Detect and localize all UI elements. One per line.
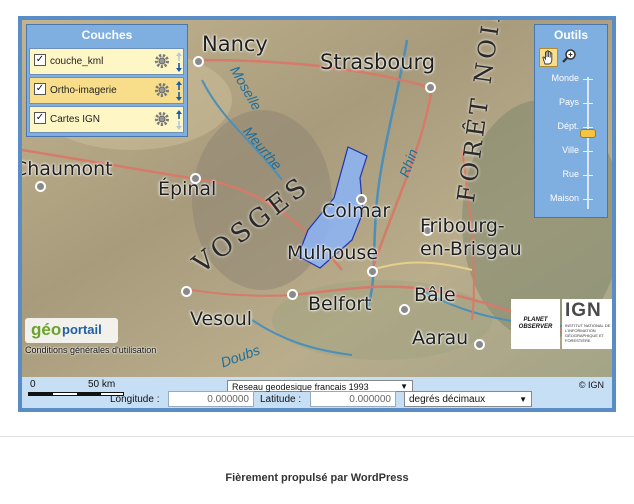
city-marker-chaumont	[35, 181, 46, 192]
zoom-box-tool-button[interactable]	[561, 48, 580, 67]
layer-label: couche_kml	[50, 56, 104, 67]
reorder-arrows-icon[interactable]	[175, 109, 183, 131]
zoom-tick	[583, 127, 593, 128]
city-label-fribourg-1: Fribourg-	[420, 215, 505, 237]
city-label-aarau: Aarau	[412, 327, 469, 349]
city-label-bale: Bâle	[414, 284, 456, 306]
coordinate-unit-select[interactable]: degrés décimaux ▼	[404, 391, 532, 407]
city-label-vesoul: Vesoul	[190, 308, 253, 330]
ign-logo-text: IGN	[565, 300, 602, 321]
layer-label: Cartes IGN	[50, 114, 101, 125]
latitude-label: Latitude :	[260, 394, 302, 405]
planet-observer-text: PLANET OBSERVER	[518, 317, 553, 330]
zoom-tick	[583, 79, 593, 80]
planet-observer-logo: PLANET OBSERVER	[511, 299, 560, 349]
scale-start-label: 0	[30, 379, 36, 390]
layer-item-cartes-ign[interactable]: ✓ Cartes IGN	[29, 106, 184, 133]
pan-tool-button[interactable]	[539, 48, 558, 67]
chevron-down-icon: ▼	[519, 395, 527, 404]
layer-checkbox[interactable]: ✓	[34, 112, 46, 124]
coordinate-unit-value: degrés décimaux	[409, 394, 486, 405]
zoom-tick	[583, 151, 593, 152]
gear-icon[interactable]	[154, 82, 170, 98]
geoportail-logo[interactable]: géo portail	[25, 318, 118, 343]
longitude-label: Longitude :	[110, 394, 160, 405]
zoom-level-rue[interactable]: Rue	[562, 169, 579, 179]
layer-item-ortho-imagerie[interactable]: ✓ Ortho-imagerie	[29, 77, 184, 104]
latitude-field[interactable]: 0.000000	[310, 391, 396, 407]
ign-logo-subtitle: INSTITUT NATIONAL DE L'INFORMATION GÉOGR…	[565, 323, 611, 343]
zoom-level-monde[interactable]: Monde	[551, 73, 579, 83]
zoom-tick	[583, 103, 593, 104]
tools-panel: Outils Monde Pays Dépt. Ville Rue Maison	[534, 24, 608, 218]
city-label-mulhouse: Mulhouse	[287, 242, 379, 264]
copyright-text: © IGN	[578, 380, 604, 390]
city-marker-belfort	[287, 289, 298, 300]
geoportail-logo-prefix: géo	[31, 320, 62, 339]
footer-credit[interactable]: Fièrement propulsé par WordPress	[0, 472, 634, 484]
ign-logo: IGN INSTITUT NATIONAL DE L'INFORMATION G…	[562, 299, 612, 349]
hand-icon	[542, 50, 553, 65]
gear-icon[interactable]	[154, 111, 170, 127]
layer-label: Ortho-imagerie	[50, 85, 117, 96]
gear-icon[interactable]	[154, 53, 170, 69]
city-label-epinal: Épinal	[158, 178, 217, 200]
city-marker-vesoul	[181, 286, 192, 297]
zoom-level-pays[interactable]: Pays	[559, 97, 579, 107]
reorder-arrows-icon[interactable]	[175, 51, 183, 73]
layer-checkbox[interactable]: ✓	[34, 54, 46, 66]
conditions-link[interactable]: Conditions générales d'utilisation	[25, 345, 156, 355]
magnifier-icon	[562, 49, 576, 63]
city-marker-nancy	[193, 56, 204, 67]
city-marker-mulhouse	[367, 266, 378, 277]
zoom-slider-track[interactable]	[587, 77, 589, 209]
city-marker-aarau	[474, 339, 485, 350]
reorder-arrows-icon[interactable]	[175, 80, 183, 102]
zoom-tick	[583, 175, 593, 176]
scale-end-label: 50 km	[88, 379, 116, 390]
longitude-field[interactable]: 0.000000	[168, 391, 254, 407]
layer-item-couche-kml[interactable]: ✓ couche_kml	[29, 48, 184, 75]
geoportail-logo-text: portail	[62, 322, 102, 337]
city-label-strasbourg: Strasbourg	[320, 50, 436, 74]
layers-panel-title: Couches	[81, 28, 133, 42]
city-label-fribourg-2: en-Brisgau	[420, 238, 522, 260]
zoom-level-maison[interactable]: Maison	[550, 193, 579, 203]
map-viewer: Nancy Strasbourg Épinal Colmar Fribourg-…	[18, 16, 616, 412]
zoom-level-dept[interactable]: Dépt.	[557, 121, 579, 131]
zoom-tick	[583, 199, 593, 200]
map-canvas[interactable]: Nancy Strasbourg Épinal Colmar Fribourg-…	[22, 20, 612, 377]
zoom-slider-handle[interactable]	[580, 129, 596, 138]
footer-divider	[0, 436, 634, 437]
tools-panel-title: Outils	[553, 28, 588, 42]
city-marker-bale	[399, 304, 410, 315]
city-label-colmar: Colmar	[322, 200, 391, 222]
city-label-belfort: Belfort	[308, 293, 372, 315]
city-marker-strasbourg	[425, 82, 436, 93]
layer-checkbox[interactable]: ✓	[34, 83, 46, 95]
bottom-toolbar: 0 50 km Reseau geodesique francais 1993 …	[22, 377, 612, 408]
city-label-nancy: Nancy	[202, 32, 268, 56]
zoom-level-ville[interactable]: Ville	[562, 145, 579, 155]
layers-panel: Couches ✓ couche_kml ✓ Ortho-imagerie ✓ …	[26, 24, 188, 137]
city-label-chaumont: Chaumont	[22, 158, 113, 180]
